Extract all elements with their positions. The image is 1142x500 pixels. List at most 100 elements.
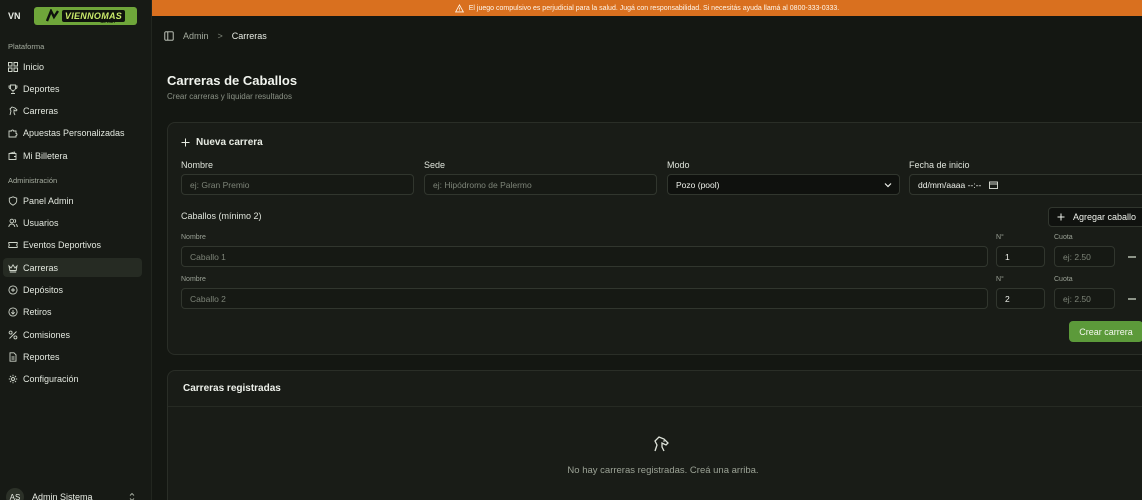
brand-short: VN bbox=[8, 11, 21, 21]
horse-odds-input[interactable]: ej: 2.50 bbox=[1054, 288, 1115, 309]
add-horse-label: Agregar caballo bbox=[1073, 212, 1137, 222]
mode-label: Modo bbox=[667, 160, 690, 170]
horse-number-input[interactable]: 2 bbox=[996, 288, 1045, 309]
warning-icon bbox=[454, 3, 464, 12]
sidebar-item-label: Carreras bbox=[23, 105, 59, 116]
trophy-icon bbox=[8, 84, 18, 94]
sidebar: VN VIENNOMAS BET.AR Plataforma Inicio De… bbox=[0, 0, 152, 500]
horses-label: Caballos (mínimo 2) bbox=[181, 211, 262, 221]
plus-icon bbox=[1057, 213, 1065, 221]
plus-icon bbox=[181, 138, 190, 147]
crown-icon bbox=[8, 263, 18, 272]
minus-circle-icon bbox=[8, 306, 18, 317]
empty-state-text: No hay carreras registradas. Creá una ar… bbox=[567, 465, 759, 476]
new-race-card: Nueva carrera Nombre ej: Gran Premio Sed… bbox=[167, 122, 1142, 355]
wallet-icon bbox=[8, 150, 17, 160]
sidebar-toggle-icon[interactable] bbox=[164, 31, 174, 41]
grid-icon bbox=[8, 61, 18, 72]
horse-odds-col-label: Cuota bbox=[1054, 234, 1073, 241]
users-icon bbox=[8, 218, 18, 227]
horse-number-input[interactable]: 1 bbox=[996, 246, 1045, 267]
horse-name-input[interactable]: Caballo 1 bbox=[181, 246, 988, 267]
breadcrumb: Admin > Carreras bbox=[152, 17, 1142, 55]
puzzle-icon bbox=[8, 129, 18, 137]
race-name-input[interactable]: ej: Gran Premio bbox=[181, 174, 414, 195]
registered-races-card: Carreras registradas No hay carreras reg… bbox=[167, 370, 1142, 500]
registered-races-title: Carreras registradas bbox=[183, 383, 281, 394]
sidebar-item-retiros[interactable]: Retiros bbox=[3, 302, 142, 321]
brand[interactable]: VN VIENNOMAS BET.AR bbox=[8, 7, 137, 25]
breadcrumb-separator: > bbox=[217, 31, 223, 41]
horse-name-col-label: Nombre bbox=[181, 234, 206, 241]
responsible-gaming-banner: El juego compulsivo es perjudicial para … bbox=[152, 0, 1142, 16]
plus-circle-icon bbox=[8, 284, 18, 295]
sidebar-item-label: Reportes bbox=[23, 351, 60, 362]
shield-icon bbox=[8, 195, 18, 206]
sidebar-item-eventos[interactable]: Eventos Deportivos bbox=[3, 235, 142, 254]
sidebar-item-comisiones[interactable]: Comisiones bbox=[3, 325, 142, 344]
brand-logo: VIENNOMAS BET.AR bbox=[34, 7, 137, 25]
avatar: AS bbox=[6, 488, 24, 500]
file-icon bbox=[9, 351, 17, 362]
sidebar-item-carreras[interactable]: Carreras bbox=[3, 101, 142, 120]
banner-text: El juego compulsivo es perjudicial para … bbox=[468, 4, 840, 12]
venue-input[interactable]: ej: Hipódromo de Palermo bbox=[424, 174, 657, 195]
horse-odds-col-label: Cuota bbox=[1054, 276, 1073, 283]
percent-icon bbox=[8, 330, 18, 339]
calendar-icon[interactable] bbox=[989, 181, 999, 189]
sidebar-item-inicio[interactable]: Inicio bbox=[3, 57, 142, 76]
create-race-button[interactable]: Crear carrera bbox=[1069, 321, 1142, 342]
horse-odds-input[interactable]: ej: 2.50 bbox=[1054, 246, 1115, 267]
sidebar-item-label: Eventos Deportivos bbox=[23, 239, 102, 250]
remove-horse-icon[interactable] bbox=[1128, 256, 1136, 258]
card-divider bbox=[168, 406, 1142, 407]
section-label-admin: Administración bbox=[8, 176, 58, 185]
chevron-down-icon bbox=[884, 183, 892, 188]
new-race-title: Nueva carrera bbox=[181, 137, 263, 148]
remove-horse-icon[interactable] bbox=[1128, 298, 1136, 300]
sidebar-item-label: Deportes bbox=[23, 83, 60, 94]
sidebar-item-label: Configuración bbox=[23, 373, 79, 384]
gear-icon bbox=[8, 374, 18, 383]
breadcrumb-admin[interactable]: Admin bbox=[183, 31, 209, 41]
horse-number-col-label: N° bbox=[996, 234, 1004, 241]
sidebar-item-reportes[interactable]: Reportes bbox=[3, 347, 142, 366]
sidebar-item-depositos[interactable]: Depósitos bbox=[3, 280, 142, 299]
brand-logo-text: VIENNOMAS bbox=[61, 10, 126, 22]
start-date-input[interactable]: dd/mm/aaaa --:-- bbox=[909, 174, 1142, 195]
sidebar-item-configuracion[interactable]: Configuración bbox=[3, 369, 142, 388]
add-horse-button[interactable]: Agregar caballo bbox=[1048, 207, 1142, 227]
user-name: Admin Sistema bbox=[32, 492, 93, 500]
user-menu[interactable]: AS Admin Sistema bbox=[6, 488, 144, 500]
section-label-platform: Plataforma bbox=[8, 42, 45, 51]
sidebar-item-label: Usuarios bbox=[23, 217, 59, 228]
sidebar-item-label: Apuestas Personalizadas bbox=[23, 127, 125, 138]
sidebar-item-label: Comisiones bbox=[23, 329, 71, 340]
start-date-label: Fecha de inicio bbox=[909, 160, 970, 170]
breadcrumb-current: Carreras bbox=[231, 31, 267, 41]
brand-logo-sub: BET.AR bbox=[100, 19, 115, 24]
new-race-title-text: Nueva carrera bbox=[196, 137, 263, 148]
chevrons-up-down-icon bbox=[129, 492, 135, 500]
horse-name-col-label: Nombre bbox=[181, 276, 206, 283]
horse-icon bbox=[654, 436, 669, 452]
sidebar-item-apuestas[interactable]: Apuestas Personalizadas bbox=[3, 123, 142, 142]
horse-name-input[interactable]: Caballo 2 bbox=[181, 288, 988, 309]
page-title: Carreras de Caballos bbox=[167, 73, 298, 88]
sidebar-item-label: Carreras bbox=[23, 262, 59, 273]
sidebar-item-carreras-admin[interactable]: Carreras bbox=[3, 258, 142, 277]
logo-mark-icon bbox=[45, 9, 59, 22]
start-date-value: dd/mm/aaaa --:-- bbox=[918, 179, 982, 190]
mode-select-value: Pozo (pool) bbox=[676, 179, 720, 190]
page-subtitle: Crear carreras y liquidar resultados bbox=[167, 92, 292, 101]
mode-select[interactable]: Pozo (pool) bbox=[667, 174, 900, 195]
name-label: Nombre bbox=[181, 160, 214, 170]
sidebar-item-deportes[interactable]: Deportes bbox=[3, 79, 142, 98]
sidebar-item-label: Retiros bbox=[23, 306, 52, 317]
sidebar-item-panel-admin[interactable]: Panel Admin bbox=[3, 191, 142, 210]
horse-icon bbox=[9, 105, 18, 115]
sidebar-item-usuarios[interactable]: Usuarios bbox=[3, 213, 142, 232]
horse-number-col-label: N° bbox=[996, 276, 1004, 283]
sidebar-item-billetera[interactable]: Mi Billetera bbox=[3, 146, 142, 165]
venue-label: Sede bbox=[424, 160, 446, 170]
